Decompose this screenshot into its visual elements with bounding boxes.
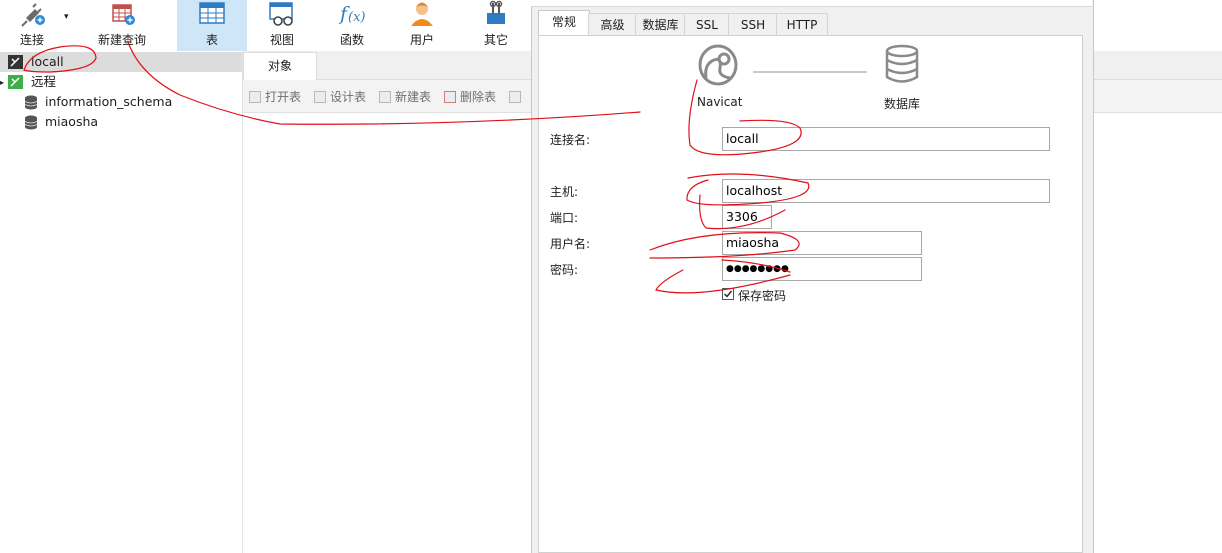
tab-ssh[interactable]: SSH	[728, 13, 778, 36]
open-table-icon	[249, 91, 261, 103]
view-button[interactable]: 视图	[250, 0, 314, 51]
new-query-label: 新建查询	[97, 33, 146, 47]
new-table-icon	[379, 91, 391, 103]
delete-table-icon	[444, 91, 456, 103]
dialog-title-bar	[531, 0, 1092, 7]
user-icon	[411, 2, 433, 26]
tree-item-miaosha[interactable]: miaosha	[0, 112, 242, 132]
tab-database[interactable]: 数据库	[635, 13, 686, 36]
connection-line	[753, 71, 867, 73]
new-table-label: 新建表	[395, 90, 432, 104]
design-table-button[interactable]: 设计表	[314, 89, 366, 105]
tab-general[interactable]: 常规	[538, 10, 590, 37]
password-label: 密码:	[550, 263, 579, 277]
database-icon	[24, 115, 38, 130]
new-table-button[interactable]: 新建表	[379, 89, 431, 105]
diagram-database-label: 数据库	[884, 97, 921, 111]
connect-button[interactable]: 连接	[4, 0, 60, 51]
view-icon	[269, 2, 293, 26]
design-table-icon	[314, 91, 326, 103]
username-label: 用户名:	[550, 237, 591, 251]
password-input[interactable]: ●●●●●●●●	[722, 257, 922, 281]
navicat-logo-icon	[698, 44, 738, 86]
check-icon	[724, 290, 733, 298]
other-button[interactable]: 其它	[464, 0, 528, 51]
function-icon: f (x)	[338, 3, 365, 25]
connect-dropdown-arrow[interactable]: ▾	[64, 12, 69, 22]
tree-item-information-schema[interactable]: information_schema	[0, 92, 242, 112]
design-table-label: 设计表	[330, 90, 367, 104]
table-label: 表	[205, 33, 218, 47]
tree-item-label: locall	[31, 54, 64, 69]
new-query-button[interactable]: 新建查询	[76, 0, 168, 51]
other-label: 其它	[483, 33, 508, 47]
tab-objects[interactable]: 对象	[243, 52, 317, 80]
function-label: 函数	[339, 33, 364, 47]
port-label: 端口:	[550, 211, 579, 225]
table-icon	[199, 2, 225, 24]
host-label: 主机:	[550, 185, 579, 199]
plug-icon	[21, 3, 45, 27]
new-query-icon	[112, 4, 135, 25]
port-input[interactable]: 3306	[722, 205, 772, 229]
open-table-button[interactable]: 打开表	[249, 89, 301, 105]
general-settings-panel	[538, 35, 1083, 553]
username-input[interactable]: miaosha	[722, 231, 922, 255]
tree-item-locall[interactable]: locall	[0, 52, 242, 72]
tree-item-label: miaosha	[45, 114, 99, 129]
save-password-label: 保存密码	[738, 289, 787, 303]
tree-item-label: information_schema	[45, 94, 173, 109]
host-input[interactable]: localhost	[722, 179, 1050, 203]
save-password-checkbox[interactable]	[722, 288, 734, 300]
remote-connection-icon	[8, 75, 23, 89]
tree-item-remote[interactable]: 远程	[0, 72, 242, 92]
function-button[interactable]: f (x) 函数	[320, 0, 384, 51]
delete-table-button[interactable]: 删除表	[444, 89, 496, 105]
connection-tree: locall ▸ 远程 information_schema miaosha	[0, 51, 243, 553]
delete-table-label: 删除表	[460, 90, 497, 104]
tab-advanced[interactable]: 高级	[588, 13, 637, 36]
connection-name-input[interactable]: locall	[722, 127, 1050, 151]
open-table-label: 打开表	[265, 90, 302, 104]
view-label: 视图	[269, 33, 294, 47]
table-button[interactable]: 表	[177, 0, 247, 51]
connection-name-label: 连接名:	[550, 133, 591, 147]
database-icon	[24, 95, 38, 110]
svg-text:(x): (x)	[348, 10, 365, 25]
diagram-navicat-label: Navicat	[697, 95, 743, 109]
tab-ssl[interactable]: SSL	[684, 13, 730, 36]
user-label: 用户	[409, 33, 434, 47]
tab-http[interactable]: HTTP	[776, 13, 828, 36]
more-action-icon[interactable]	[509, 89, 525, 105]
connect-label: 连接	[19, 33, 44, 47]
database-server-icon	[885, 44, 919, 83]
tools-icon	[487, 0, 505, 24]
connection-icon	[8, 55, 23, 69]
tree-item-label: 远程	[31, 74, 57, 89]
user-button[interactable]: 用户	[390, 0, 454, 51]
